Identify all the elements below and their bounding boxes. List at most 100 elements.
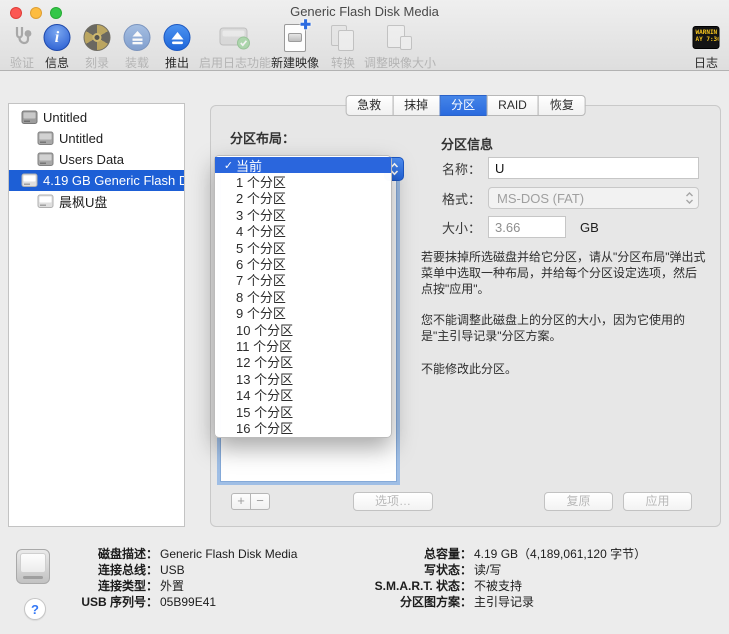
revert-button[interactable]: 复原 [544, 492, 613, 511]
checkmark-icon: ✓ [221, 159, 236, 172]
toolbar-convert-label: 转换 [331, 54, 355, 71]
sidebar-item-flash-disk[interactable]: 4.19 GB Generic Flash D... [9, 170, 184, 191]
toolbar-burn-button[interactable]: 刻录 [84, 22, 111, 71]
menu-item-4-partitions[interactable]: 4 个分区 [215, 223, 391, 239]
titlebar-toolbar: Generic Flash Disk Media 验证 i 信息 刻录 [0, 0, 729, 71]
info-row: USB 序列号：05B99E41 [56, 594, 297, 610]
info-row: 分区图方案：主引导记录 [330, 594, 646, 610]
log-badge-line1: WARNIN [696, 29, 717, 36]
info-row: 写状态：读/写 [330, 562, 646, 578]
toolbar-new-image-button[interactable]: ✚ 新建映像 [271, 22, 319, 71]
menu-item-8-partitions[interactable]: 8 个分区 [215, 288, 391, 304]
toolbar-resize-image-button[interactable]: 调整映像大小 [364, 22, 436, 71]
menu-item-2-partitions[interactable]: 2 个分区 [215, 190, 391, 206]
remove-partition-button[interactable]: − [250, 493, 270, 510]
info-value: 读/写 [474, 563, 501, 577]
tab-partition[interactable]: 分区 [439, 95, 487, 116]
menu-item-16-partitions[interactable]: 16 个分区 [215, 419, 391, 435]
menu-item-3-partitions[interactable]: 3 个分区 [215, 206, 391, 222]
size-label: 大小： [409, 218, 481, 237]
info-label: 分区图方案： [330, 594, 472, 610]
info-value: 05B99E41 [160, 595, 216, 609]
help-paragraph: 不能修改此分区。 [421, 361, 706, 377]
partition-add-remove-group: + − [231, 493, 270, 510]
format-popup[interactable]: MS-DOS (FAT) [488, 187, 699, 209]
name-label: 名称： [409, 159, 481, 178]
menu-item-5-partitions[interactable]: 5 个分区 [215, 239, 391, 255]
info-icon: i [44, 24, 71, 51]
sidebar-item-label: 4.19 GB Generic Flash D... [43, 173, 184, 188]
info-row: 磁盘描述：Generic Flash Disk Media [56, 546, 297, 562]
info-value: Generic Flash Disk Media [160, 547, 297, 561]
toolbar-verify-button[interactable]: 验证 [9, 22, 35, 71]
tab-raid[interactable]: RAID [486, 95, 539, 116]
tab-erase[interactable]: 抹掉 [392, 95, 440, 116]
stethoscope-icon [9, 22, 35, 53]
menu-item-11-partitions[interactable]: 11 个分区 [215, 337, 391, 353]
name-input[interactable] [488, 157, 699, 179]
format-field-row: 格式： MS-DOS (FAT) [409, 187, 699, 209]
help-paragraph: 您不能调整此磁盘上的分区的大小，因为它使用的是"主引导记录"分区方案。 [421, 312, 706, 344]
sidebar-item-label: Untitled [59, 131, 103, 146]
info-label: 总容量： [330, 546, 472, 562]
toolbar-log-label: 日志 [694, 54, 718, 71]
partition-help-text: 若要抹掉所选磁盘并给它分区，请从"分区布局"弹出式菜单中选取一种布局，并给每个分… [421, 249, 706, 377]
toolbar-mount-label: 装载 [125, 54, 149, 71]
size-unit-label: GB [580, 220, 599, 235]
sidebar-item-users-data[interactable]: Users Data [9, 149, 184, 170]
menu-item-15-partitions[interactable]: 15 个分区 [215, 403, 391, 419]
toolbar-log-button[interactable]: WARNIN AY 7:36 日志 [693, 22, 720, 71]
partition-layout-menu: ✓ 当前 1 个分区 2 个分区 3 个分区 4 个分区 5 个分区 6 个分区… [214, 155, 392, 438]
tab-restore[interactable]: 恢复 [538, 95, 586, 116]
partition-layout-label: 分区布局： [230, 128, 295, 147]
toolbar-eject-button[interactable]: 推出 [164, 22, 191, 71]
external-drive-icon [16, 549, 50, 584]
menu-item-10-partitions[interactable]: 10 个分区 [215, 321, 391, 337]
updown-chevrons-icon [685, 191, 694, 205]
window-title: Generic Flash Disk Media [0, 4, 729, 19]
size-input[interactable] [488, 216, 566, 238]
info-value: 不被支持 [474, 579, 522, 593]
toolbar-enable-journaling-button[interactable]: 启用日志功能 [199, 22, 271, 71]
apply-button[interactable]: 应用 [623, 492, 692, 511]
info-value: 4.19 GB（4,189,061,120 字节） [474, 547, 646, 561]
menu-item-7-partitions[interactable]: 7 个分区 [215, 272, 391, 288]
menu-item-current[interactable]: ✓ 当前 [215, 157, 391, 173]
menu-item-1-partition[interactable]: 1 个分区 [215, 173, 391, 189]
partition-panel: 急救 抹掉 分区 RAID 恢复 分区布局： 分区信息 ✓ 当前 1 个分区 2… [210, 105, 721, 527]
info-row: 连接总线：USB [56, 562, 297, 578]
disk-info-right: 总容量：4.19 GB（4,189,061,120 字节） 写状态：读/写 S.… [330, 546, 646, 610]
toolbar-info-button[interactable]: i 信息 [44, 22, 71, 71]
menu-item-9-partitions[interactable]: 9 个分区 [215, 305, 391, 321]
sidebar-item-usb-volume[interactable]: 晨枫U盘 [9, 191, 184, 212]
info-label: 写状态： [330, 562, 472, 578]
info-value: USB [160, 563, 185, 577]
volume-disk-icon [37, 131, 54, 146]
name-field-row: 名称： [409, 157, 699, 179]
toolbar-mount-button[interactable]: 装载 [124, 22, 151, 71]
menu-item-13-partitions[interactable]: 13 个分区 [215, 370, 391, 386]
log-console-icon: WARNIN AY 7:36 [693, 26, 720, 49]
menu-item-12-partitions[interactable]: 12 个分区 [215, 354, 391, 370]
toolbar-convert-button[interactable]: 转换 [329, 22, 357, 71]
disk-info-left: 磁盘描述：Generic Flash Disk Media 连接总线：USB 连… [56, 546, 297, 610]
resize-documents-icon [386, 24, 414, 52]
toolbar-new-image-label: 新建映像 [271, 54, 319, 71]
tab-first-aid[interactable]: 急救 [345, 95, 393, 116]
log-badge-line2: AY 7:36 [696, 36, 717, 43]
options-button[interactable]: 选项… [353, 492, 433, 511]
sidebar-item-untitled-disk[interactable]: Untitled [9, 107, 184, 128]
menu-item-14-partitions[interactable]: 14 个分区 [215, 386, 391, 402]
external-disk-icon [21, 173, 38, 188]
info-label: USB 序列号： [56, 594, 158, 610]
toolbar-eject-label: 推出 [165, 54, 189, 71]
convert-documents-icon [329, 24, 357, 52]
internal-disk-icon [21, 110, 38, 125]
sidebar-item-untitled-volume[interactable]: Untitled [9, 128, 184, 149]
add-partition-button[interactable]: + [231, 493, 251, 510]
info-value: 主引导记录 [474, 595, 534, 609]
help-button[interactable]: ? [24, 598, 46, 620]
menu-item-6-partitions[interactable]: 6 个分区 [215, 255, 391, 271]
mode-tabs: 急救 抹掉 分区 RAID 恢复 [345, 95, 586, 116]
volume-disk-icon [37, 152, 54, 167]
